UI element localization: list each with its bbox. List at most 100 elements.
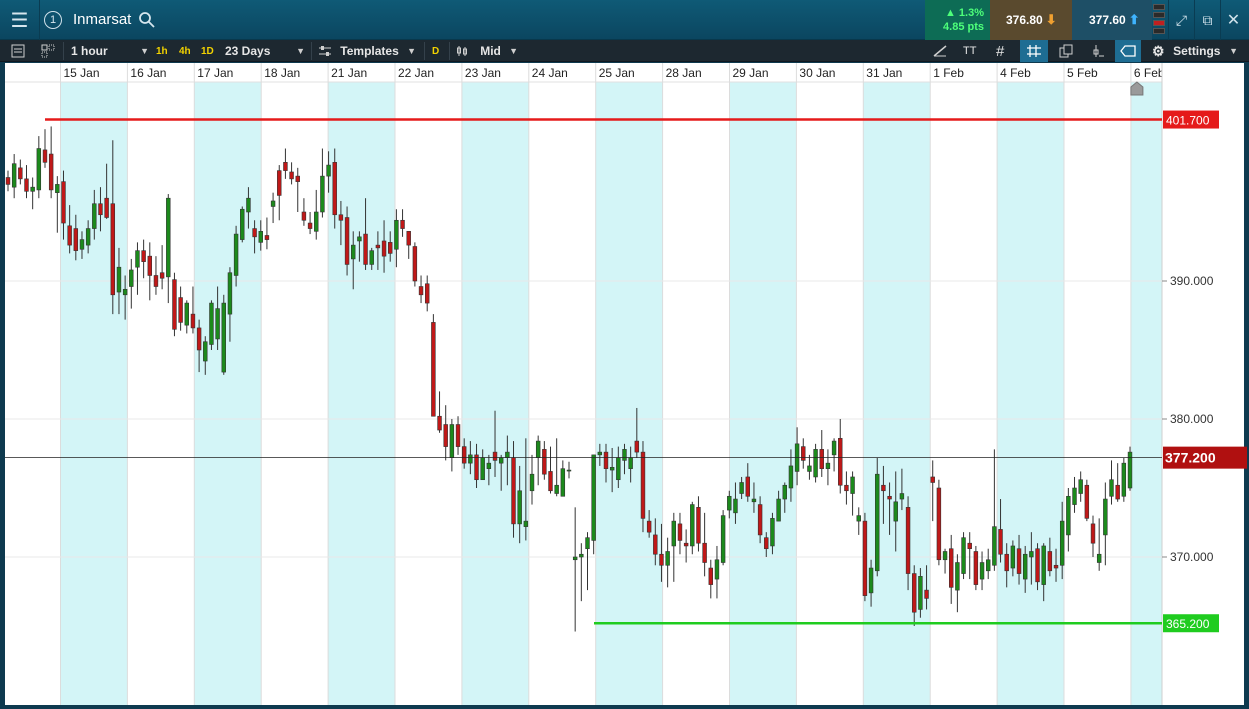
candle-body [240, 208, 245, 240]
candle-body [332, 162, 337, 216]
candle-body [277, 170, 282, 196]
interval-select[interactable]: 1 hour ▼ [71, 40, 149, 62]
candle-body [566, 469, 572, 472]
change-percent: ▲ 1.3% [944, 7, 984, 19]
candle-body [498, 457, 504, 464]
range-label: 23 Days [225, 44, 271, 58]
candle-body [1072, 487, 1077, 505]
crosshair-grid-icon[interactable] [1020, 40, 1048, 62]
candle-body [246, 197, 251, 213]
candle-body [918, 576, 923, 610]
interval-1h-button[interactable]: 1h [156, 40, 168, 62]
interval-label: 1 hour [71, 44, 108, 58]
candle-body [1029, 551, 1034, 558]
candle-body [474, 454, 479, 481]
templates-icon [319, 46, 331, 56]
candle-body [48, 153, 54, 191]
candle-body [949, 548, 954, 588]
candle-body [782, 484, 787, 500]
candle-body [98, 203, 103, 216]
candle-body [486, 462, 492, 469]
grid-icon[interactable]: # [996, 40, 1004, 62]
d-button[interactable]: D [432, 40, 439, 62]
candle-body [221, 302, 226, 373]
date-tick-label: 15 Jan [64, 66, 100, 80]
change-points: 4.85 pts [943, 21, 984, 33]
layers-icon[interactable] [1058, 40, 1074, 62]
candle-body [868, 567, 874, 594]
instrument-name[interactable]: Inmarsat [73, 11, 131, 28]
candle-body [252, 228, 257, 238]
candle-body [135, 250, 140, 268]
candle-body [129, 269, 134, 287]
candle-body [141, 250, 146, 262]
date-tick-label: 16 Jan [130, 66, 166, 80]
candle-body [67, 225, 72, 246]
interval-1d-button[interactable]: 1D [201, 40, 214, 62]
price-label-icon[interactable] [1115, 40, 1141, 62]
candle-body [147, 255, 153, 276]
candle-body [406, 231, 411, 246]
candle-body [764, 537, 769, 550]
candle-body [190, 313, 196, 329]
arrow-down-icon: ⬇ [1045, 12, 1057, 27]
candle-body [776, 498, 781, 522]
text-size-icon[interactable]: TT [963, 40, 976, 62]
candle-body [1109, 479, 1114, 497]
draw-line-icon[interactable] [932, 40, 948, 62]
candle-body [881, 484, 886, 492]
candle-body [264, 235, 270, 240]
price-type-select[interactable]: Mid ▼ [456, 40, 518, 62]
candle-body [727, 495, 732, 511]
candle-body [585, 537, 590, 550]
candle-body [579, 553, 584, 558]
buy-price: 377.60 [1089, 13, 1126, 27]
price-type-label: Mid [480, 44, 501, 58]
candlestick-chart[interactable]: 15 Jan 16 Jan 17 Jan 18 Jan 21 Jan 22 Jan 23 J… [0, 63, 1249, 705]
layout-icon[interactable] [41, 40, 55, 62]
gear-icon: ⚙ [1152, 42, 1165, 59]
popout-icon[interactable]: ⧉ [1194, 0, 1220, 40]
date-tick-label: 18 Jan [264, 66, 300, 80]
settings-menu[interactable]: ⚙ Settings ▼ [1152, 40, 1238, 62]
candle-body [603, 451, 609, 469]
indicator-icon[interactable] [1091, 40, 1105, 62]
sell-price-button[interactable]: 376.80 ⬇ [990, 0, 1072, 40]
candle-body [961, 537, 966, 574]
day-band [1130, 82, 1162, 705]
candle-body [388, 242, 393, 254]
info-icon[interactable]: 1 [40, 0, 66, 40]
search-icon[interactable] [138, 11, 156, 29]
resistance-label: 401.700 [1166, 114, 1210, 128]
candle-body [875, 473, 880, 572]
candle-body [1004, 553, 1009, 572]
candle-body [1121, 462, 1127, 497]
candle-body [122, 288, 128, 296]
range-select[interactable]: 23 Days ▼ [225, 40, 305, 62]
buy-price-button[interactable]: 377.60 ⬆ [1072, 0, 1152, 40]
expand-icon[interactable]: ⤢ [1168, 0, 1194, 40]
candle-body [517, 490, 522, 525]
candle-body [412, 246, 418, 282]
interval-4h-button[interactable]: 4h [179, 40, 191, 62]
candle-body [42, 149, 48, 163]
templates-label: Templates [340, 44, 399, 58]
candle-body [24, 178, 29, 192]
candle-body [992, 526, 997, 566]
day-band [194, 82, 262, 705]
candle-body [770, 518, 775, 547]
close-icon[interactable]: ✕ [1220, 0, 1246, 40]
candle-body [757, 504, 763, 536]
market-depth-icon[interactable] [1153, 4, 1165, 36]
candle-body [714, 559, 720, 580]
candle-body [326, 164, 331, 177]
price-change-box: ▲ 1.3% 4.85 pts [925, 0, 990, 40]
templates-select[interactable]: Templates ▼ [318, 40, 416, 62]
list-icon[interactable] [11, 40, 25, 62]
date-tick-label: 25 Jan [599, 66, 635, 80]
candle-body [36, 148, 42, 191]
candle-body [320, 175, 325, 213]
candle-body [1066, 495, 1071, 536]
menu-icon[interactable]: ☰ [0, 0, 40, 40]
date-tick-label: 28 Jan [666, 66, 702, 80]
